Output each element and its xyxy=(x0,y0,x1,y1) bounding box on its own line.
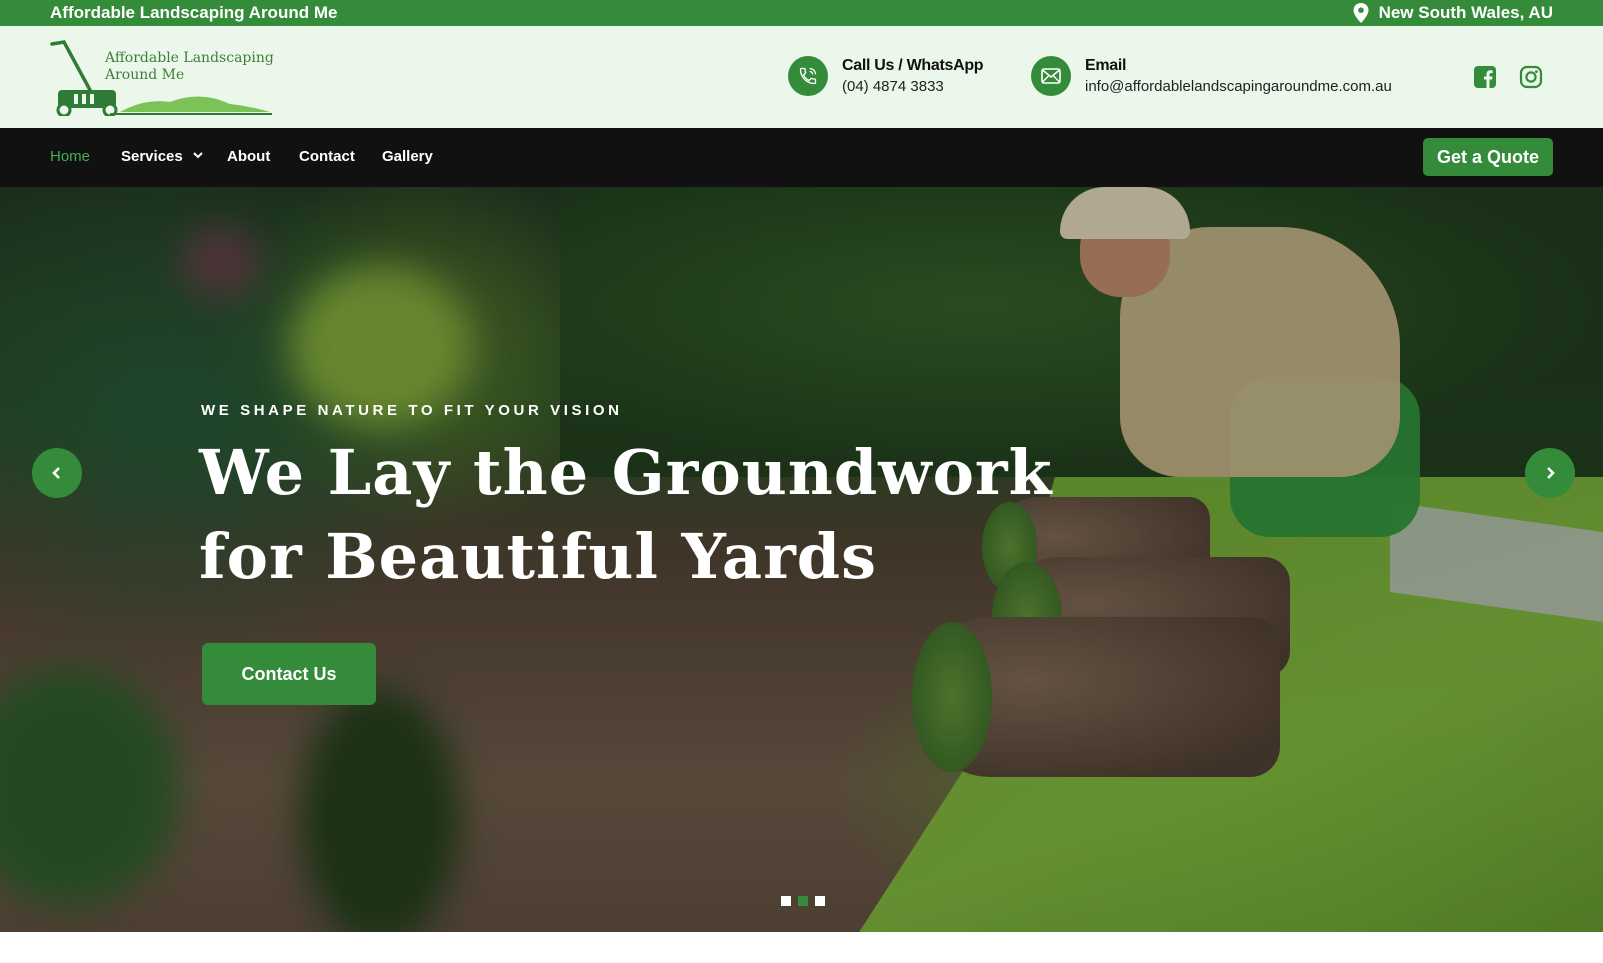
nav-services[interactable]: Services xyxy=(121,148,203,165)
top-bar-brand: Affordable Landscaping Around Me xyxy=(50,3,338,22)
slider-dot-3[interactable] xyxy=(815,896,825,906)
nav-home[interactable]: Home xyxy=(50,148,90,165)
nav-services-label: Services xyxy=(121,148,183,165)
hero-headline: We Lay the Groundwork for Beautiful Yard… xyxy=(199,431,1099,599)
nav-contact[interactable]: Contact xyxy=(299,148,355,165)
slider-dot-2[interactable] xyxy=(798,896,808,906)
top-bar: Affordable Landscaping Around Me New Sou… xyxy=(0,0,1603,26)
contact-us-button[interactable]: Contact Us xyxy=(202,643,376,705)
facebook-icon[interactable] xyxy=(1472,64,1498,90)
email-title: Email xyxy=(1085,57,1127,74)
main-nav: Home Services About Contact Gallery Get … xyxy=(0,128,1603,187)
email-icon xyxy=(1031,56,1071,96)
chevron-down-icon xyxy=(193,152,203,159)
slider-dot-1[interactable] xyxy=(781,896,791,906)
phone-icon xyxy=(788,56,828,96)
location-text: New South Wales, AU xyxy=(1378,3,1553,22)
chevron-right-icon xyxy=(1547,467,1555,479)
site-header: Affordable Landscaping Around Me Call Us… xyxy=(0,26,1603,128)
nav-gallery[interactable]: Gallery xyxy=(382,148,433,165)
page-below-hero xyxy=(0,932,1603,963)
hero-slider: WE SHAPE NATURE TO FIT YOUR VISION We La… xyxy=(0,187,1603,932)
phone-number[interactable]: (04) 4874 3833 xyxy=(842,78,983,95)
slider-next-button[interactable] xyxy=(1525,448,1575,498)
email-contact[interactable]: Email info@affordablelandscapingaroundme… xyxy=(1031,56,1392,96)
logo-line-1: Affordable Landscaping xyxy=(105,50,274,66)
logo-line-2: Around Me xyxy=(105,67,185,83)
hero-headline-line-1: We Lay the Groundwork xyxy=(199,436,1053,509)
instagram-icon[interactable] xyxy=(1518,64,1544,90)
get-a-quote-button[interactable]: Get a Quote xyxy=(1423,138,1553,176)
logo-text: Affordable Landscaping Around Me xyxy=(105,50,274,84)
hero-headline-line-2: for Beautiful Yards xyxy=(199,520,877,593)
hero-eyebrow: WE SHAPE NATURE TO FIT YOUR VISION xyxy=(201,402,623,419)
top-bar-location: New South Wales, AU xyxy=(1353,3,1553,23)
phone-contact[interactable]: Call Us / WhatsApp (04) 4874 3833 xyxy=(788,56,984,96)
location-pin-icon xyxy=(1353,3,1369,23)
phone-title: Call Us / WhatsApp xyxy=(842,57,984,74)
slider-prev-button[interactable] xyxy=(32,448,82,498)
site-logo[interactable]: Affordable Landscaping Around Me xyxy=(50,40,275,118)
slider-pagination xyxy=(781,896,825,906)
nav-about[interactable]: About xyxy=(227,148,270,165)
email-address[interactable]: info@affordablelandscapingaroundme.com.a… xyxy=(1085,78,1392,95)
chevron-left-icon xyxy=(52,467,60,479)
